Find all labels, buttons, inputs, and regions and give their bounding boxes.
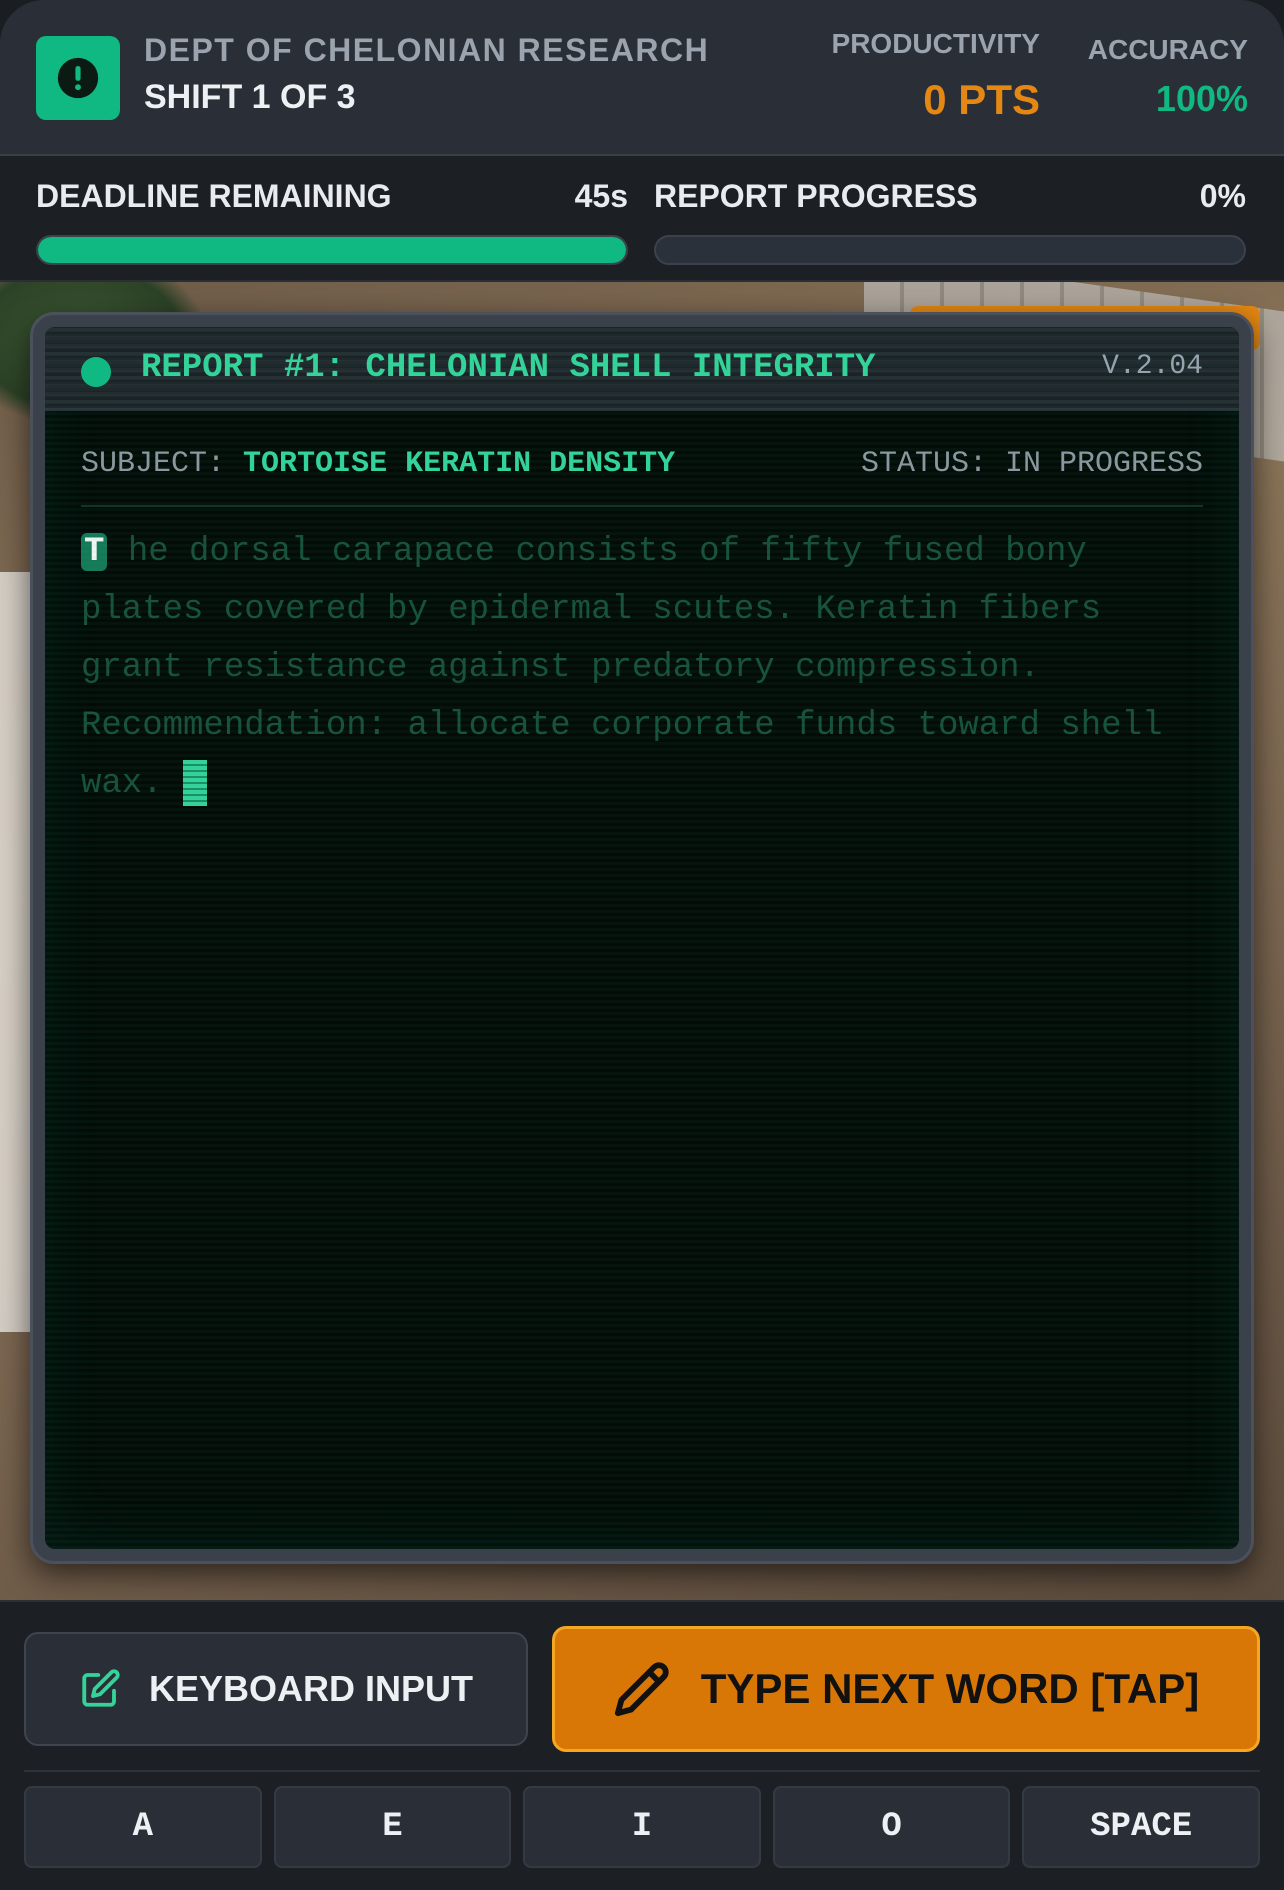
subject-value: TORTOISE KERATIN DENSITY xyxy=(243,447,676,481)
type-next-word-button[interactable]: TYPE NEXT WORD [TAP] xyxy=(552,1626,1260,1752)
input-controls: KEYBOARD INPUT TYPE NEXT WORD [TAP] A E … xyxy=(0,1600,1284,1890)
status-light-icon xyxy=(81,357,111,387)
key-space[interactable]: SPACE xyxy=(1022,1786,1260,1868)
report-title: REPORT #1: CHELONIAN SHELL INTEGRITY xyxy=(141,349,876,387)
controls-divider xyxy=(24,1770,1260,1772)
report-terminal: REPORT #1: CHELONIAN SHELL INTEGRITY V.2… xyxy=(45,327,1239,1549)
keyboard-input-label: KEYBOARD INPUT xyxy=(148,1668,474,1709)
accuracy-label: ACCURACY xyxy=(1087,34,1248,65)
deadline-fill xyxy=(38,237,626,263)
current-letter: T xyxy=(81,533,108,571)
game-header: DEPT OF CHELONIAN RESEARCH SHIFT 1 OF 3 … xyxy=(0,0,1284,156)
progress-track xyxy=(654,235,1246,265)
key-o[interactable]: O xyxy=(772,1786,1011,1868)
edit-icon xyxy=(82,1669,120,1707)
productivity-label: PRODUCTIVITY xyxy=(831,28,1040,59)
status-bars: DEADLINE REMAINING 45s REPORT PROGRESS 0… xyxy=(0,156,1284,282)
version-label: V.2.04 xyxy=(1102,351,1203,382)
accuracy-value: 100% xyxy=(1155,78,1248,119)
key-e[interactable]: E xyxy=(273,1786,512,1868)
deadline-value: 45s xyxy=(574,178,628,214)
keyboard-input-button[interactable]: KEYBOARD INPUT xyxy=(24,1632,528,1746)
deadline-label: DEADLINE REMAINING xyxy=(36,178,392,214)
report-status: STATUS: IN PROGRESS xyxy=(860,447,1203,481)
shift-indicator: SHIFT 1 OF 3 xyxy=(144,78,356,116)
terminal-titlebar: REPORT #1: CHELONIAN SHELL INTEGRITY V.2… xyxy=(45,327,1239,411)
progress-value: 0% xyxy=(1199,178,1246,214)
department-name: DEPT OF CHELONIAN RESEARCH xyxy=(144,32,710,68)
subject-key: SUBJECT: xyxy=(81,447,226,481)
terminal-frame: REPORT #1: CHELONIAN SHELL INTEGRITY V.2… xyxy=(30,312,1254,1564)
scanline-overlay xyxy=(45,327,1239,1549)
remaining-text: he dorsal carapace consists of fifty fus… xyxy=(81,533,1183,803)
deadline-track xyxy=(36,235,628,265)
alert-icon xyxy=(36,36,120,120)
text-caret xyxy=(183,760,208,807)
deadline-meter: DEADLINE REMAINING 45s xyxy=(36,178,628,265)
subject-row: SUBJECT: TORTOISE KERATIN DENSITY STATUS… xyxy=(81,447,1203,507)
progress-label: REPORT PROGRESS xyxy=(654,178,978,214)
key-i[interactable]: I xyxy=(523,1786,761,1868)
pencil-icon xyxy=(614,1662,669,1717)
key-a[interactable]: A xyxy=(24,1786,262,1868)
progress-meter: REPORT PROGRESS 0% xyxy=(654,178,1246,265)
report-text[interactable]: T he dorsal carapace consists of fifty f… xyxy=(81,523,1179,813)
productivity-value: 0 PTS xyxy=(923,76,1040,123)
type-next-word-label: TYPE NEXT WORD [TAP] xyxy=(700,1665,1200,1712)
quick-keys: A E I O SPACE xyxy=(24,1786,1260,1868)
